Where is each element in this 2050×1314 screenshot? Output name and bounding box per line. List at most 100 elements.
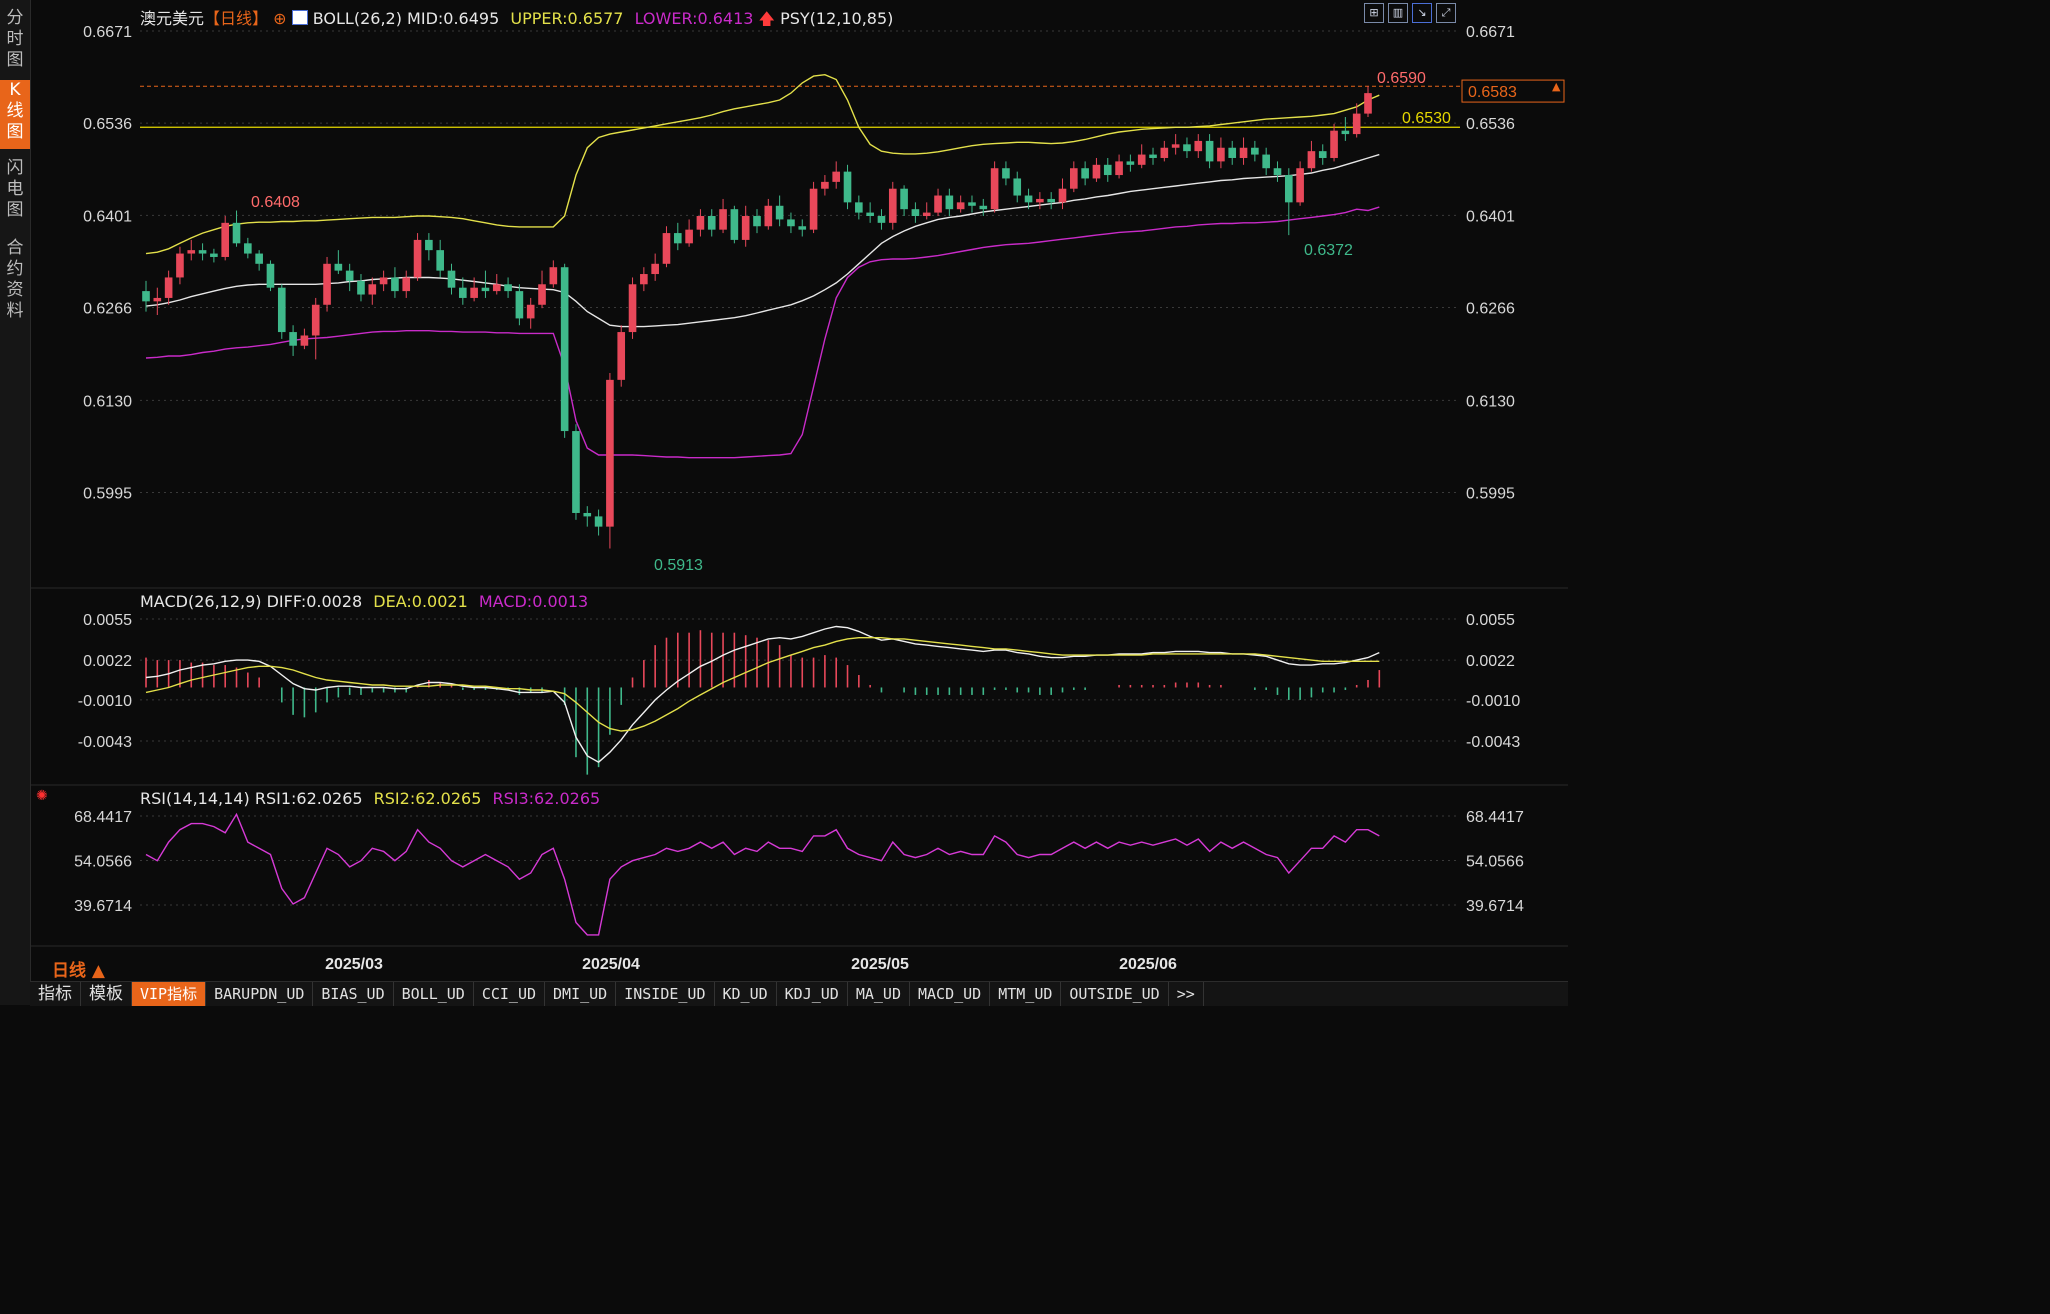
candle-body xyxy=(368,284,377,295)
candle-body xyxy=(1194,140,1203,152)
rsi1-value: RSI1:62.0265 xyxy=(254,789,363,808)
macd-dea: DEA:0.0021 xyxy=(373,592,468,611)
candle-body xyxy=(685,229,693,244)
candle-body xyxy=(1330,130,1338,158)
candle-body xyxy=(911,209,920,217)
rsi-name: RSI(14,14,14) xyxy=(140,789,250,808)
indicator-tab[interactable]: VIP指标 xyxy=(132,982,207,1006)
candle-body xyxy=(402,277,411,292)
x-axis-label: 2025/04 xyxy=(582,956,640,973)
candle-body xyxy=(255,253,263,264)
candle-body xyxy=(787,219,795,227)
candle-body xyxy=(334,263,343,271)
candle-body xyxy=(866,212,874,217)
fullscreen-icon[interactable]: ⤢ xyxy=(1436,3,1456,23)
candle-body xyxy=(843,171,852,203)
chart-layout-icon[interactable]: ▥ xyxy=(1388,3,1408,23)
macd-name: MACD(26,12,9) xyxy=(140,592,262,611)
candle-body xyxy=(934,195,942,213)
indicator-tab[interactable]: MTM_UD xyxy=(990,982,1062,1006)
y-tick-label: 39.6714 xyxy=(74,898,132,915)
candle-body xyxy=(379,277,388,285)
indicator-tab[interactable]: BIAS_UD xyxy=(313,982,394,1006)
indicator-tab[interactable]: >> xyxy=(1169,982,1204,1006)
candle-body xyxy=(832,171,841,182)
candle-body xyxy=(753,216,761,227)
y-tick-label: -0.0010 xyxy=(1466,693,1520,710)
indicator-tab[interactable]: BARUPDN_UD xyxy=(206,982,314,1006)
candle-body xyxy=(1160,147,1169,158)
indicator-tab[interactable]: BOLL_UD xyxy=(394,982,474,1006)
candle-body xyxy=(470,287,478,298)
indicator-tab[interactable]: INSIDE_UD xyxy=(616,982,715,1006)
arrow-up-icon: 🡅 xyxy=(758,9,775,28)
y-tick-label: 0.5995 xyxy=(1466,486,1515,503)
y-tick-label: 0.6536 xyxy=(1466,116,1515,133)
indicator-tab[interactable]: 指标 xyxy=(30,982,81,1006)
x-axis-label: 2025/06 xyxy=(1119,956,1177,973)
candle-body xyxy=(447,270,456,288)
boll-upper: UPPER:0.6577 xyxy=(510,9,624,28)
indicator-tab[interactable]: MA_UD xyxy=(848,982,910,1006)
candle-body xyxy=(153,297,162,302)
indicator-tab[interactable]: KDJ_UD xyxy=(777,982,848,1006)
candle-body xyxy=(1047,198,1055,203)
candle-body xyxy=(1013,178,1022,196)
y-tick-label: 0.6671 xyxy=(1466,24,1515,41)
candle-body xyxy=(221,222,230,257)
candle-body xyxy=(1228,147,1237,158)
candle-body xyxy=(391,277,399,292)
x-axis-label: 2025/03 xyxy=(325,956,383,973)
y-tick-label: 0.0022 xyxy=(1466,653,1515,670)
psy-name: PSY(12,10,85) xyxy=(780,9,894,28)
candle-body xyxy=(345,270,354,281)
candle-body xyxy=(968,202,976,206)
support-line-label: 0.6530 xyxy=(1402,110,1451,127)
candle-body xyxy=(798,226,807,230)
boll-lower: LOWER:0.6413 xyxy=(634,9,754,28)
rsi-line xyxy=(145,812,1380,936)
candle-body xyxy=(504,284,512,292)
candle-body xyxy=(1103,164,1112,176)
candle-body xyxy=(323,263,331,305)
candle-body xyxy=(1262,154,1270,169)
rsi-settings-icon[interactable]: ✺ xyxy=(36,788,48,804)
boll-indicator-icon[interactable] xyxy=(291,10,308,25)
indicator-tab[interactable]: OUTSIDE_UD xyxy=(1061,982,1169,1006)
candle-body xyxy=(436,250,444,271)
indicator-tab[interactable]: KD_UD xyxy=(715,982,777,1006)
candle-body xyxy=(357,280,365,295)
candle-body xyxy=(526,304,535,319)
candle-body xyxy=(515,291,524,319)
candle-body xyxy=(1171,144,1180,148)
candle-body xyxy=(1149,154,1157,158)
arrow-up-icon: ▲ xyxy=(1552,80,1561,93)
boll-lower-line xyxy=(145,206,1380,459)
candle-body xyxy=(266,263,275,288)
candle-body xyxy=(1352,113,1361,135)
y-tick-label: 54.0566 xyxy=(1466,853,1524,870)
candle-body xyxy=(198,250,207,254)
period-label: 【日线】 xyxy=(204,9,269,28)
indicator-tab[interactable]: MACD_UD xyxy=(910,982,991,1006)
candle-body xyxy=(1092,164,1101,179)
candle-body xyxy=(187,250,196,254)
candle-body xyxy=(1251,147,1259,155)
candle-body xyxy=(425,239,433,251)
grid-icon[interactable]: ⊞ xyxy=(1364,3,1384,23)
period-button[interactable]: 日线 ▲ xyxy=(52,956,105,981)
indicator-tab[interactable]: DMI_UD xyxy=(545,982,617,1006)
macd-header: MACD(26,12,9) DIFF:0.0028 DEA:0.0021 MAC… xyxy=(140,592,588,611)
candle-body xyxy=(1296,168,1304,203)
crosshair-icon[interactable]: ↘ xyxy=(1412,3,1432,23)
y-tick-label: -0.0010 xyxy=(78,693,132,710)
candle-body xyxy=(617,332,626,380)
indicator-tab[interactable]: CCI_UD xyxy=(474,982,546,1006)
candle-body xyxy=(492,284,501,292)
kline-chart[interactable]: 0.6671 0.6671 0.6536 0.6536 0.6401 0.6401 0.62… xyxy=(0,0,1568,1005)
y-tick-label: -0.0043 xyxy=(1466,734,1520,751)
settings-icon[interactable]: ⊕ xyxy=(273,9,286,28)
candle-body xyxy=(142,291,150,302)
candle-body xyxy=(730,209,739,240)
indicator-tab[interactable]: 模板 xyxy=(81,982,132,1006)
